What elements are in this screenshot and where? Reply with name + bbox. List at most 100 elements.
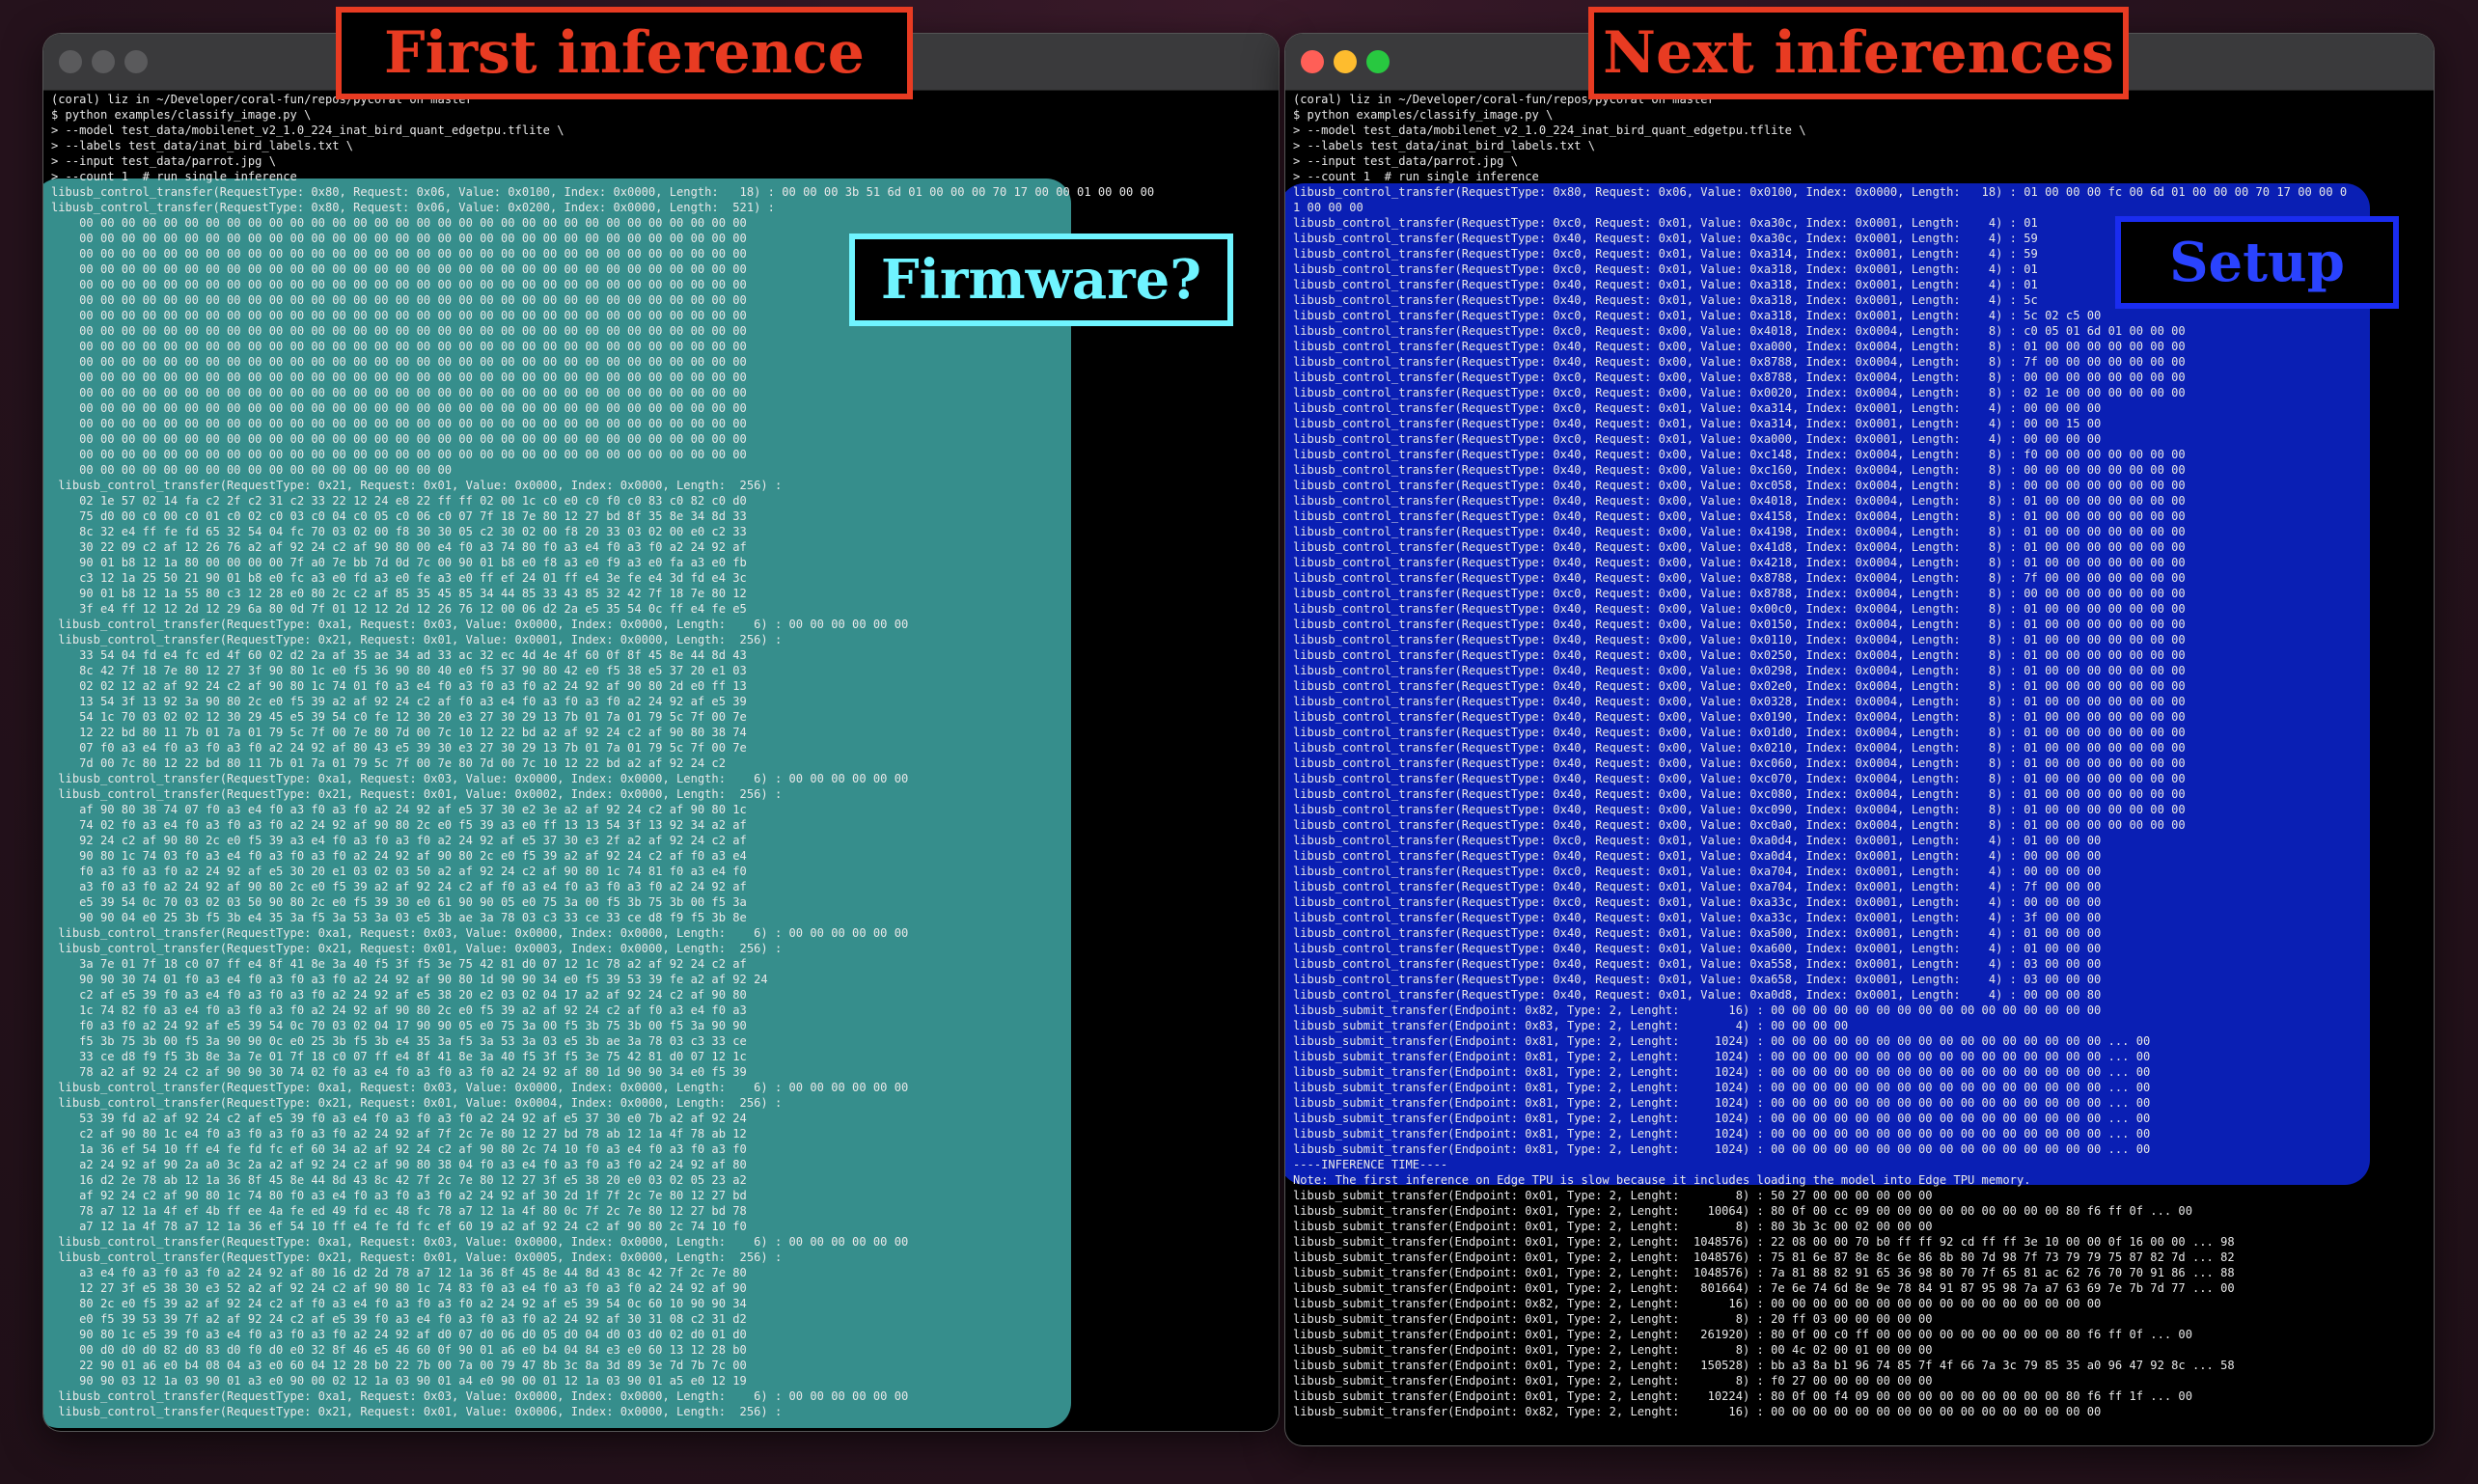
terminal-line: libusb_control_transfer(RequestType: 0x2… (51, 942, 783, 955)
terminal-line: 00 00 00 00 00 00 00 00 00 00 00 00 00 0… (51, 340, 747, 353)
maximize-window-icon[interactable] (124, 50, 148, 73)
terminal-line: libusb_control_transfer(RequestType: 0x4… (1293, 602, 2186, 616)
terminal-line: libusb_control_transfer(RequestType: 0x4… (1293, 942, 2102, 955)
terminal-line: 00 00 00 00 00 00 00 00 00 00 00 00 00 0… (51, 355, 747, 369)
terminal-line: libusb_submit_transfer(Endpoint: 0x01, T… (1293, 1389, 2192, 1403)
terminal-line: libusb_control_transfer(RequestType: 0x4… (1293, 571, 2186, 585)
terminal-line: Note: The first inference on Edge TPU is… (1293, 1173, 2031, 1187)
terminal-line: libusb_submit_transfer(Endpoint: 0x01, T… (1293, 1204, 2192, 1218)
terminal-line: libusb_control_transfer(RequestType: 0xc… (1293, 324, 2186, 338)
maximize-window-icon[interactable] (1366, 50, 1390, 73)
terminal-line: libusb_control_transfer(RequestType: 0x4… (1293, 988, 2102, 1002)
terminal-line: libusb_control_transfer(RequestType: 0x4… (1293, 448, 2186, 461)
terminal-line: libusb_submit_transfer(Endpoint: 0x81, T… (1293, 1127, 2151, 1140)
terminal-line: 30 22 09 c2 af 12 26 76 a2 af 92 24 c2 a… (51, 540, 747, 554)
terminal-line: libusb_control_transfer(RequestType: 0x4… (1293, 463, 2186, 477)
terminal-line: 00 00 00 00 00 00 00 00 00 00 00 00 00 0… (51, 216, 747, 230)
terminal-line: f5 3b 75 3b 00 f5 3a 90 90 0c e0 25 3b f… (51, 1034, 747, 1048)
terminal-line: libusb_control_transfer(RequestType: 0x2… (51, 633, 783, 646)
terminal-line: 7d 00 7c 80 12 22 bd 80 11 7b 01 7a 01 7… (51, 756, 726, 770)
terminal-line: 75 d0 00 c0 00 c0 01 c0 02 c0 03 c0 04 c… (51, 509, 747, 523)
terminal-line: e5 39 54 0c 70 03 02 03 50 90 80 2c e0 f… (51, 895, 747, 909)
terminal-line: 3a 7e 01 7f 18 c0 07 ff e4 8f 41 8e 3a 4… (51, 957, 747, 971)
terminal-line: libusb_control_transfer(RequestType: 0x4… (1293, 741, 2186, 755)
terminal-line: 02 02 12 a2 af 92 24 c2 af 90 80 1c 74 0… (51, 679, 747, 693)
setup-label: Setup (2115, 216, 2399, 309)
terminal-line: 90 90 03 12 1a 03 90 01 a3 e0 90 00 02 1… (51, 1374, 747, 1388)
terminal-line: libusb_control_transfer(RequestType: 0x4… (1293, 911, 2102, 924)
terminal-line: 90 80 1c 74 03 f0 a3 e4 f0 a3 f0 a3 f0 a… (51, 849, 747, 863)
terminal-line: libusb_control_transfer(RequestType: 0xc… (1293, 386, 2186, 399)
terminal-line: 33 ce d8 f9 f5 3b 8e 3a 7e 01 7f 18 c0 0… (51, 1050, 747, 1063)
terminal-line: libusb_control_transfer(RequestType: 0x4… (1293, 726, 2186, 739)
terminal-line: libusb_control_transfer(RequestType: 0xa… (51, 618, 909, 631)
terminal-line: > --count 1 # run single inference (51, 170, 297, 183)
terminal-line: libusb_control_transfer(RequestType: 0xc… (1293, 401, 2102, 415)
terminal-line: a3 f0 a3 f0 a2 24 92 af 90 80 2c e0 f5 3… (51, 880, 747, 893)
terminal-line: libusb_control_transfer(RequestType: 0x4… (1293, 957, 2102, 971)
minimize-window-icon[interactable] (92, 50, 115, 73)
terminal-line: libusb_control_transfer(RequestType: 0xc… (1293, 309, 2102, 322)
close-window-icon[interactable] (1301, 50, 1324, 73)
terminal-line: libusb_control_transfer(RequestType: 0xc… (1293, 587, 2186, 600)
terminal-line: 90 90 30 74 01 f0 a3 e4 f0 a3 f0 a3 f0 a… (51, 973, 768, 986)
terminal-line: libusb_submit_transfer(Endpoint: 0x81, T… (1293, 1096, 2151, 1110)
terminal-line: > --input test_data/parrot.jpg \ (1293, 154, 1518, 168)
terminal-line: libusb_control_transfer(RequestType: 0x2… (51, 787, 783, 801)
terminal-line: libusb_control_transfer(RequestType: 0x4… (1293, 679, 2186, 693)
terminal-line: 8c 42 7f 18 7e 80 12 27 3f 90 80 1c e0 f… (51, 664, 747, 677)
terminal-line: libusb_submit_transfer(Endpoint: 0x81, T… (1293, 1034, 2151, 1048)
terminal-line: libusb_submit_transfer(Endpoint: 0x83, T… (1293, 1019, 1849, 1032)
terminal-line: 92 24 c2 af 90 80 2c e0 f5 39 a3 e4 f0 a… (51, 834, 747, 847)
terminal-line: f0 a3 f0 a2 24 92 af e5 39 54 0c 70 03 0… (51, 1019, 747, 1032)
close-window-icon[interactable] (59, 50, 82, 73)
terminal-line: libusb_control_transfer(RequestType: 0x4… (1293, 556, 2186, 569)
terminal-line: libusb_control_transfer(RequestType: 0x4… (1293, 926, 2102, 940)
terminal-line: 53 39 fd a2 af 92 24 c2 af e5 39 f0 a3 e… (51, 1112, 747, 1125)
terminal-line: libusb_control_transfer(RequestType: 0x4… (1293, 479, 2186, 492)
terminal-line: ----INFERENCE TIME---- (1293, 1158, 1448, 1171)
terminal-line: libusb_control_transfer(RequestType: 0x4… (1293, 417, 2102, 430)
terminal-line: 07 f0 a3 e4 f0 a3 f0 a3 f0 a2 24 92 af 8… (51, 741, 747, 755)
terminal-line: libusb_control_transfer(RequestType: 0x4… (1293, 540, 2186, 554)
terminal-line: > --count 1 # run single inference (1293, 170, 1539, 183)
terminal-line: libusb_control_transfer(RequestType: 0x4… (1293, 525, 2186, 538)
terminal-line: libusb_control_transfer(RequestType: 0x2… (51, 1096, 783, 1110)
terminal-line: 12 22 bd 80 11 7b 01 7a 01 79 5c 7f 00 7… (51, 726, 747, 739)
terminal-line: 00 00 00 00 00 00 00 00 00 00 00 00 00 0… (51, 432, 747, 446)
terminal-line: libusb_control_transfer(RequestType: 0x2… (51, 1250, 783, 1264)
terminal-line: libusb_submit_transfer(Endpoint: 0x81, T… (1293, 1065, 2151, 1079)
terminal-line: libusb_control_transfer(RequestType: 0x8… (51, 185, 1155, 199)
terminal-line: libusb_submit_transfer(Endpoint: 0x81, T… (1293, 1112, 2151, 1125)
terminal-line: libusb_control_transfer(RequestType: 0x2… (51, 1405, 783, 1418)
terminal-line: 78 a7 12 1a 4f ef 4b ff ee 4a fe ed 49 f… (51, 1204, 747, 1218)
terminal-line: c2 af 90 80 1c e4 f0 a3 f0 a3 f0 a3 f0 a… (51, 1127, 747, 1140)
terminal-line: 90 90 04 e0 25 3b f5 3b e4 35 3a f5 3a 5… (51, 911, 747, 924)
terminal-line: c3 12 1a 25 50 21 90 01 b8 e0 fc a3 e0 f… (51, 571, 747, 585)
terminal-line: $ python examples/classify_image.py \ (1293, 108, 1554, 122)
terminal-line: libusb_submit_transfer(Endpoint: 0x01, T… (1293, 1359, 2235, 1372)
terminal-line: 90 80 1c e5 39 f0 a3 e4 f0 a3 f0 a3 f0 a… (51, 1328, 747, 1341)
terminal-line: 74 02 f0 a3 e4 f0 a3 f0 a3 f0 a2 24 92 a… (51, 818, 747, 832)
terminal-line: libusb_control_transfer(RequestType: 0x4… (1293, 340, 2186, 353)
terminal-line: libusb_control_transfer(RequestType: 0x4… (1293, 664, 2186, 677)
terminal-line: 8c 32 e4 ff fe fd 65 32 54 04 fc 70 03 0… (51, 525, 747, 538)
terminal-line: libusb_control_transfer(RequestType: 0xc… (1293, 371, 2186, 384)
terminal-line: > --model test_data/mobilenet_v2_1.0_224… (1293, 124, 1806, 137)
terminal-line: libusb_submit_transfer(Endpoint: 0x01, T… (1293, 1281, 2235, 1295)
terminal-line: libusb_control_transfer(RequestType: 0x4… (1293, 756, 2186, 770)
terminal-line: 12 27 3f e5 38 30 e3 52 a2 af 92 24 c2 a… (51, 1281, 747, 1295)
terminal-line: 00 00 00 00 00 00 00 00 00 00 00 00 00 0… (51, 448, 747, 461)
terminal-line: libusb_submit_transfer(Endpoint: 0x01, T… (1293, 1220, 1933, 1233)
terminal-line: c2 af e5 39 f0 a3 e4 f0 a3 f0 a3 f0 a2 2… (51, 988, 747, 1002)
terminal-line: libusb_control_transfer(RequestType: 0xa… (51, 1235, 909, 1249)
terminal-line: libusb_submit_transfer(Endpoint: 0x01, T… (1293, 1312, 1933, 1326)
next-inferences-label: Next inferences (1588, 7, 2129, 99)
minimize-window-icon[interactable] (1334, 50, 1357, 73)
terminal-line: a2 24 92 af 90 2a a0 3c 2a a2 af 92 24 c… (51, 1158, 747, 1171)
terminal-line: libusb_control_transfer(RequestType: 0xc… (1293, 834, 2102, 847)
terminal-line: 78 a2 af 92 24 c2 af 90 90 30 74 02 f0 a… (51, 1065, 747, 1079)
terminal-line: 00 00 00 00 00 00 00 00 00 00 00 00 00 0… (51, 371, 747, 384)
terminal-line: 90 01 b8 12 1a 55 80 c3 12 28 e0 80 2c c… (51, 587, 747, 600)
terminal-line: libusb_control_transfer(RequestType: 0x8… (1293, 185, 2348, 199)
